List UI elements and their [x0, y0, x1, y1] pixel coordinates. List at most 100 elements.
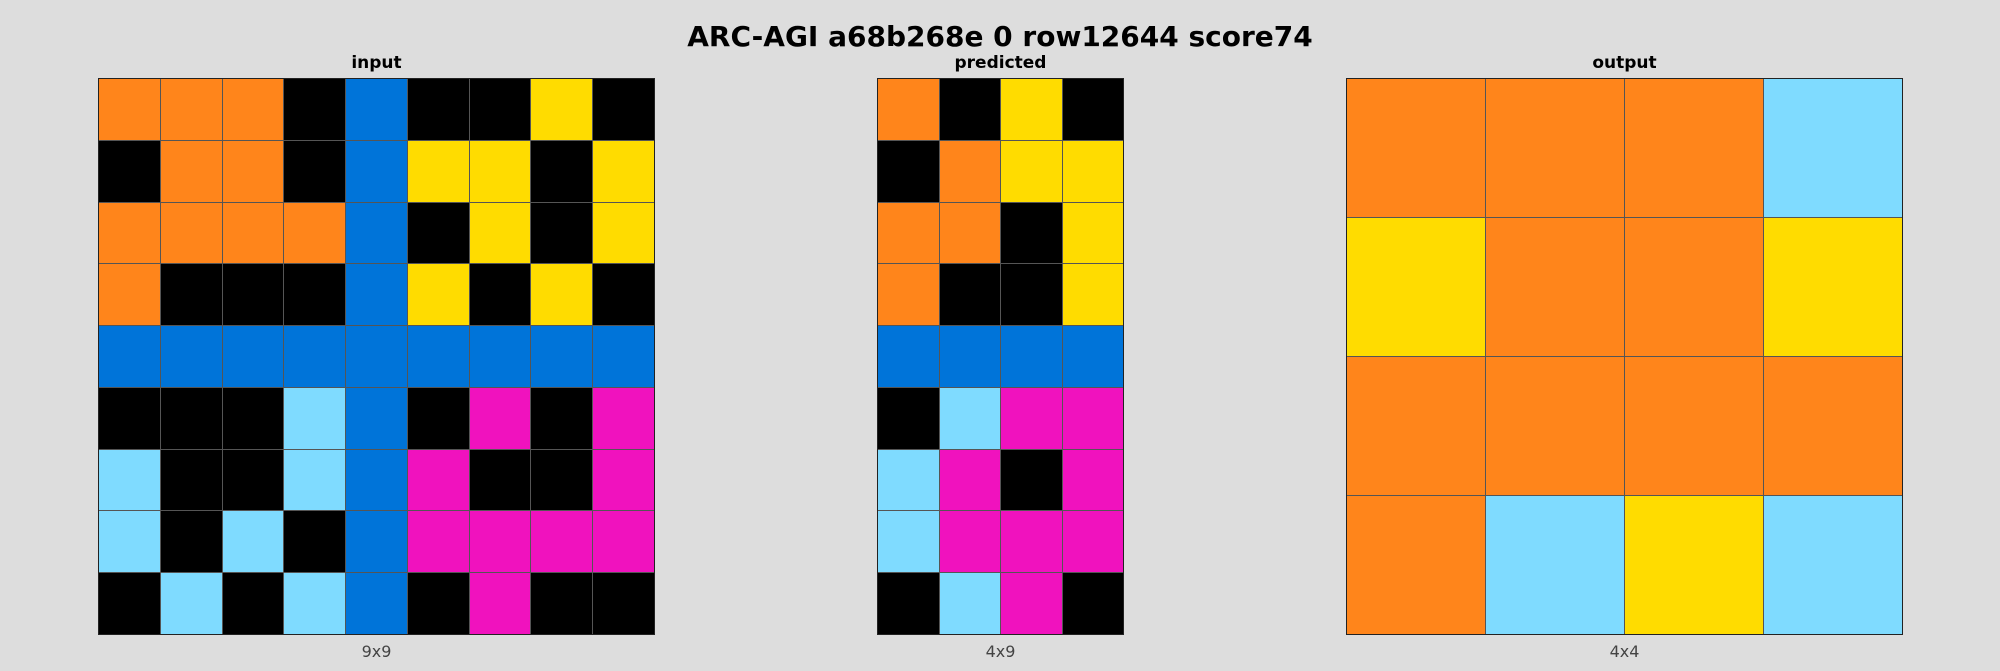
- input-cell: [222, 140, 284, 202]
- predicted-cell: [1062, 79, 1123, 140]
- input-cell: [222, 326, 284, 387]
- output-cell: [1347, 357, 1485, 495]
- input-cell: [469, 387, 531, 449]
- input-cell: [407, 573, 469, 634]
- input-panel: input 9x9: [98, 53, 655, 661]
- output-cell: [1486, 218, 1624, 356]
- input-cell: [222, 264, 284, 326]
- input-cell: [284, 449, 346, 511]
- input-cell: [469, 79, 531, 140]
- page-title: ARC-AGI a68b268e 0 row12644 score74: [687, 20, 1313, 53]
- predicted-cell: [878, 573, 939, 634]
- output-cell: [1486, 357, 1624, 495]
- input-cell: [284, 387, 346, 449]
- output-cell: [1764, 218, 1902, 356]
- input-cell: [99, 140, 160, 202]
- input-cell: [407, 202, 469, 264]
- input-cell: [346, 326, 407, 387]
- predicted-cell: [1001, 511, 1062, 573]
- output-cell: [1764, 357, 1902, 495]
- input-cell: [99, 449, 160, 511]
- input-cell: [593, 449, 654, 511]
- input-cell: [593, 79, 654, 140]
- input-cell: [469, 140, 531, 202]
- input-cell: [222, 79, 284, 140]
- output-cell: [1764, 496, 1902, 634]
- output-cell: [1347, 218, 1485, 356]
- output-cell: [1625, 357, 1763, 495]
- predicted-cell: [878, 264, 939, 326]
- input-cell: [99, 326, 160, 387]
- input-cell: [469, 511, 531, 573]
- output-cell: [1347, 79, 1485, 217]
- predicted-cell: [878, 387, 939, 449]
- input-cell: [222, 387, 284, 449]
- input-cell: [160, 511, 222, 573]
- predicted-cell: [1062, 573, 1123, 634]
- predicted-panel: predicted 4x9: [877, 53, 1124, 661]
- input-cell: [284, 202, 346, 264]
- predicted-cell: [878, 140, 939, 202]
- input-cell: [99, 573, 160, 634]
- predicted-cell: [1001, 79, 1062, 140]
- input-cell: [99, 264, 160, 326]
- predicted-title: predicted: [954, 53, 1047, 73]
- input-cell: [284, 326, 346, 387]
- input-cell: [99, 79, 160, 140]
- predicted-cell: [1001, 264, 1062, 326]
- output-title: output: [1592, 53, 1657, 73]
- input-cell: [346, 387, 407, 449]
- predicted-cell: [1062, 202, 1123, 264]
- input-cell: [222, 511, 284, 573]
- input-cell: [407, 387, 469, 449]
- predicted-cell: [878, 326, 939, 387]
- predicted-cell: [939, 387, 1000, 449]
- predicted-cell: [878, 511, 939, 573]
- output-grid: [1346, 78, 1903, 635]
- input-cell: [407, 326, 469, 387]
- input-grid: [98, 78, 655, 635]
- input-cell: [407, 140, 469, 202]
- input-cell: [160, 79, 222, 140]
- predicted-cell: [1062, 511, 1123, 573]
- output-cell: [1347, 496, 1485, 634]
- predicted-dims: 4x9: [985, 642, 1016, 661]
- output-cell: [1486, 79, 1624, 217]
- input-cell: [222, 202, 284, 264]
- predicted-cell: [1062, 140, 1123, 202]
- input-cell: [346, 449, 407, 511]
- predicted-cell: [878, 202, 939, 264]
- predicted-cell: [939, 202, 1000, 264]
- predicted-cell: [1001, 140, 1062, 202]
- input-title: input: [351, 53, 402, 73]
- input-cell: [469, 573, 531, 634]
- predicted-cell: [939, 511, 1000, 573]
- output-cell: [1486, 496, 1624, 634]
- input-cell: [593, 511, 654, 573]
- input-cell: [531, 140, 593, 202]
- input-cell: [531, 202, 593, 264]
- output-cell: [1625, 496, 1763, 634]
- input-cell: [160, 387, 222, 449]
- predicted-cell: [878, 449, 939, 511]
- input-cell: [531, 449, 593, 511]
- input-cell: [160, 264, 222, 326]
- predicted-cell: [1001, 387, 1062, 449]
- input-cell: [346, 202, 407, 264]
- input-cell: [284, 264, 346, 326]
- output-panel: output 4x4: [1346, 53, 1903, 661]
- input-cell: [160, 449, 222, 511]
- predicted-cell: [939, 573, 1000, 634]
- predicted-cell: [1001, 326, 1062, 387]
- input-cell: [222, 449, 284, 511]
- input-cell: [346, 264, 407, 326]
- input-cell: [469, 326, 531, 387]
- input-cell: [469, 449, 531, 511]
- input-cell: [160, 140, 222, 202]
- input-cell: [531, 264, 593, 326]
- input-cell: [531, 387, 593, 449]
- input-cell: [284, 511, 346, 573]
- predicted-cell: [1001, 449, 1062, 511]
- input-cell: [99, 387, 160, 449]
- input-cell: [593, 140, 654, 202]
